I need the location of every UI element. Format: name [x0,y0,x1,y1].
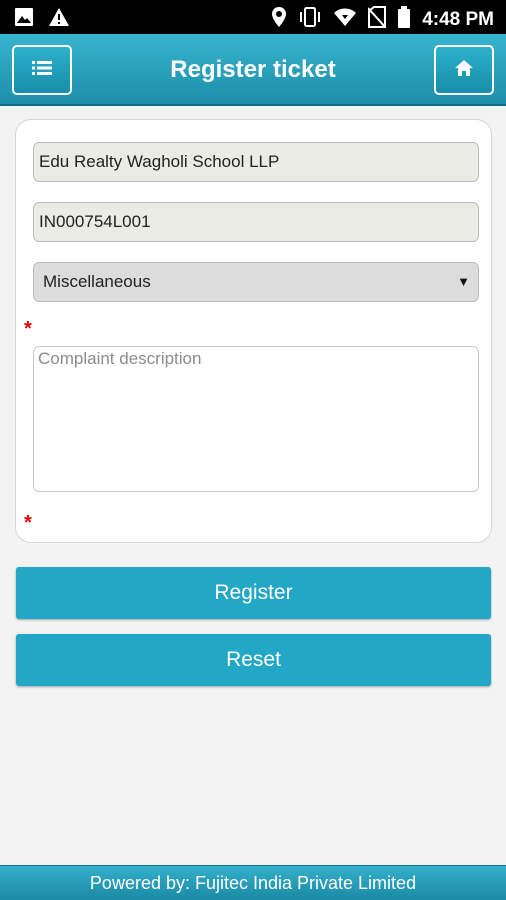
page-title: Register ticket [170,56,336,83]
image-icon [14,7,34,32]
complaint-description-input[interactable]: Complaint description [33,346,479,492]
dropdown-arrow-icon: ▼ [457,274,470,289]
app-header: Register ticket [0,34,506,106]
home-icon [454,59,474,82]
no-sim-icon [367,6,387,33]
reset-button[interactable]: Reset [16,634,491,686]
required-marker: * [24,512,32,534]
complaint-description-placeholder: Complaint description [38,349,202,368]
category-select[interactable]: Miscellaneous ▼ [33,262,479,302]
register-button[interactable]: Register [16,567,491,619]
footer: Powered by: Fujitec India Private Limite… [0,865,506,900]
home-button[interactable] [434,45,494,95]
company-name-field[interactable]: Edu Realty Wagholi School LLP [33,142,479,182]
vibrate-icon [298,6,322,33]
wifi-icon [333,7,357,32]
required-marker: * [24,318,32,340]
category-selected-value: Miscellaneous [43,272,151,291]
ticket-form-card: Edu Realty Wagholi School LLP IN000754L0… [15,119,492,543]
battery-icon [397,6,411,33]
status-bar: 4:48 PM [0,0,506,34]
site-code-field[interactable]: IN000754L001 [33,202,479,242]
warning-icon [48,7,70,32]
location-icon [271,6,287,33]
footer-credit: Powered by: Fujitec India Private Limite… [89,872,417,893]
status-time: 4:48 PM [422,8,494,30]
